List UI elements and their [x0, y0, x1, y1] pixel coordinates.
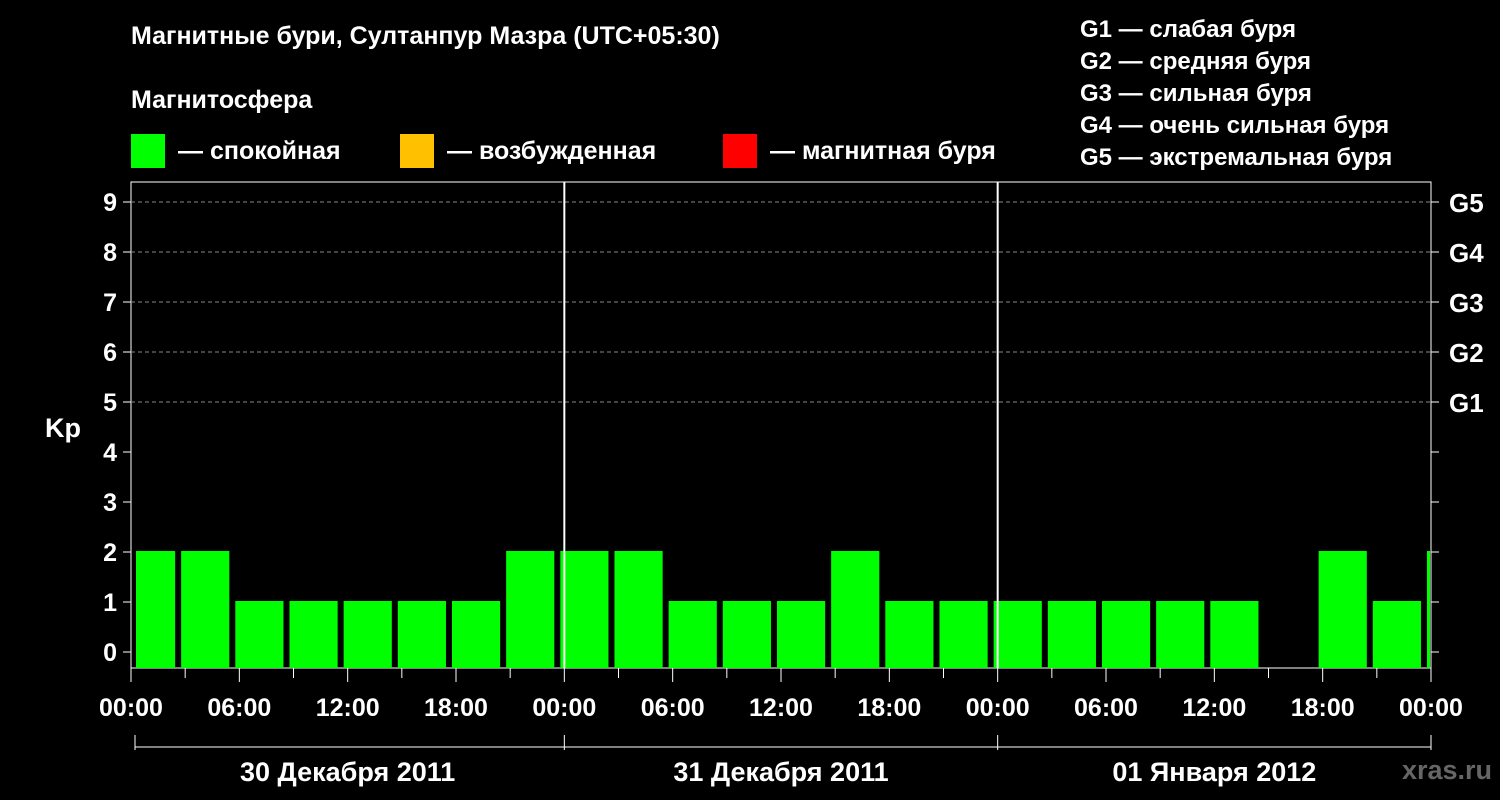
g-axis-label: G2 — [1449, 338, 1484, 368]
y-tick-label: 2 — [103, 539, 117, 567]
y-tick-label: 7 — [103, 289, 117, 317]
g-axis-label: G3 — [1449, 288, 1484, 318]
y-tick-label: 6 — [103, 339, 117, 367]
kp-bar — [506, 551, 555, 668]
kp-bar — [397, 601, 446, 668]
day-label: 01 Января 2012 — [1112, 757, 1316, 787]
kp-bar — [614, 551, 663, 668]
y-tick-label: 5 — [103, 389, 117, 417]
y-axis-label: Kp — [45, 413, 81, 443]
kp-bar — [235, 601, 284, 668]
g-axis-label: G4 — [1449, 238, 1484, 268]
g-axis-label: G1 — [1449, 388, 1484, 418]
kp-bar — [343, 601, 392, 668]
kp-bar — [289, 601, 338, 668]
kp-bar — [776, 601, 826, 668]
kp-bar — [1318, 551, 1367, 668]
kp-bar — [1372, 601, 1421, 668]
x-tick-label: 18:00 — [1291, 694, 1355, 722]
kp-bar — [885, 601, 934, 668]
x-tick-label: 06:00 — [641, 694, 705, 722]
kp-bar — [993, 601, 1042, 668]
x-tick-label: 06:00 — [207, 694, 271, 722]
kp-bar — [722, 601, 771, 668]
x-tick-label: 12:00 — [749, 694, 813, 722]
kp-bar — [831, 551, 880, 668]
y-tick-label: 3 — [103, 489, 117, 517]
kp-bar — [668, 601, 717, 668]
x-tick-label: 18:00 — [857, 694, 921, 722]
kp-bar — [1210, 601, 1259, 668]
kp-bar — [1047, 601, 1096, 668]
x-tick-label: 00:00 — [966, 694, 1030, 722]
day-label: 30 Декабря 2011 — [240, 757, 455, 787]
y-tick-label: 0 — [103, 639, 117, 667]
kp-bar — [1426, 551, 1430, 668]
kp-chart: 0 1 2 3 4 5 6 7 8 9 Kp G1 G2 G3 G4 G5 00:00 06:00 12:00 18:… — [45, 181, 1484, 787]
x-tick-label: 00:00 — [1399, 694, 1463, 722]
kp-bar — [1101, 601, 1151, 668]
x-tick-label: 00:00 — [99, 694, 163, 722]
x-tick-label: 06:00 — [1074, 694, 1138, 722]
y-tick-label: 1 — [103, 589, 117, 617]
kp-bar — [451, 601, 501, 668]
x-tick-label: 18:00 — [424, 694, 488, 722]
watermark: xras.ru — [1401, 755, 1492, 785]
x-tick-label: 12:00 — [316, 694, 380, 722]
g-axis-label: G5 — [1449, 188, 1484, 218]
y-tick-label: 9 — [103, 189, 117, 217]
kp-bar — [136, 551, 176, 668]
x-tick-label: 00:00 — [532, 694, 596, 722]
kp-bar — [939, 601, 988, 668]
kp-bar — [560, 551, 609, 668]
plot-frame — [130, 181, 1432, 669]
y-tick-label: 4 — [103, 439, 117, 467]
y-tick-label: 8 — [103, 239, 117, 267]
day-label: 31 Декабря 2011 — [673, 757, 888, 787]
kp-bar — [1156, 601, 1205, 668]
kp-bar — [181, 551, 230, 668]
x-tick-label: 12:00 — [1182, 694, 1246, 722]
